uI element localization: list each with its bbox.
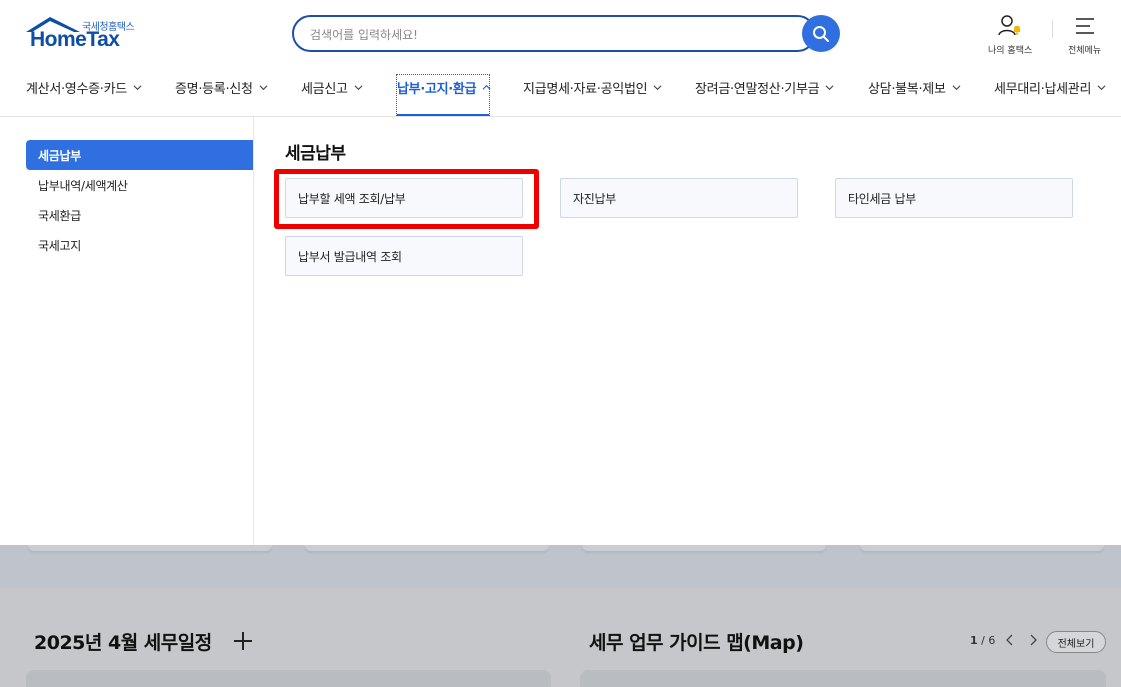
pager: 1 / 6 — [970, 634, 995, 647]
gnb-item-statement[interactable]: 지급명세·자료·공익법인 — [523, 78, 662, 97]
sidebar-item-tax-refund[interactable]: 국세환급 — [26, 200, 253, 230]
background-card — [860, 545, 1104, 551]
hamburger-menu-icon — [1075, 18, 1094, 34]
gnb-label: 세무대리·납세관리 — [994, 82, 1092, 97]
mega-menu-panel: 세금납부 납부내역/세액계산 국세환급 국세고지 세금납부 납부할 세액 조회/… — [0, 117, 1121, 545]
chevron-down-icon — [952, 85, 961, 91]
sidebar-item-payment-history[interactable]: 납부내역/세액계산 — [26, 170, 253, 200]
gnb-item-agent[interactable]: 세무대리·납세관리 — [994, 78, 1106, 97]
my-hometax-label: 나의 홈택스 — [988, 46, 1033, 56]
gnb-label: 세금신고 — [301, 82, 348, 97]
background-card — [305, 545, 549, 551]
gnb-label: 납부·고지·환급 — [397, 82, 477, 97]
gnb-label: 계산서·영수증·카드 — [26, 82, 127, 97]
gnb-item-consult[interactable]: 상담·불복·제보 — [868, 78, 961, 97]
link-others-tax-payment[interactable]: 타인세금 납부 — [835, 178, 1073, 218]
hometax-logo[interactable]: 국세청홈택스 HomeTax — [24, 14, 144, 54]
sidebar-item-tax-notice[interactable]: 국세고지 — [26, 230, 253, 260]
highlight-box — [274, 169, 539, 229]
gnb-label: 상담·불복·제보 — [868, 82, 946, 97]
panel-title: 세금납부 — [285, 144, 346, 164]
my-hometax-button[interactable]: 나의 홈택스 — [988, 14, 1032, 56]
background-card — [28, 545, 272, 551]
gnb-item-invoice[interactable]: 계산서·영수증·카드 — [26, 78, 142, 97]
tax-schedule-title: 2025년 4월 세무일정 — [34, 632, 212, 654]
gnb-label: 장려금·연말정산·기부금 — [695, 82, 820, 97]
search-box — [292, 15, 816, 52]
search-button[interactable] — [802, 15, 840, 52]
chevron-down-icon — [1097, 85, 1106, 91]
guide-card — [580, 670, 1106, 687]
schedule-card — [26, 670, 551, 687]
gnb-label: 증명·등록·신청 — [175, 82, 253, 97]
search-icon — [813, 25, 829, 42]
page-total: / 6 — [981, 634, 996, 647]
gnb-item-payment[interactable]: 납부·고지·환급 — [397, 78, 491, 97]
view-all-button[interactable]: 전체보기 — [1046, 631, 1106, 653]
search-input[interactable] — [310, 26, 790, 44]
link-label: 납부서 발급내역 조회 — [298, 249, 402, 264]
gnb-item-incentive[interactable]: 장려금·연말정산·기부금 — [695, 78, 834, 97]
header: 국세청홈택스 HomeTax 나의 홈택스 전체메뉴 — [0, 0, 1121, 64]
chevron-down-icon — [259, 85, 268, 91]
gnb-item-certificate[interactable]: 증명·등록·신청 — [175, 78, 268, 97]
sidebar-item-label: 국세고지 — [38, 238, 81, 253]
chevron-left-icon[interactable] — [1005, 634, 1015, 646]
gnb-item-tax-report[interactable]: 세금신고 — [301, 78, 363, 97]
link-payment-slip-history[interactable]: 납부서 발급내역 조회 — [285, 236, 523, 276]
chevron-right-icon[interactable] — [1028, 634, 1038, 646]
main-navigation: 계산서·영수증·카드 증명·등록·신청 세금신고 납부·고지·환급 지급명세·자… — [0, 64, 1121, 117]
link-label: 자진납부 — [573, 191, 616, 206]
logo-wordmark: HomeTax — [30, 28, 120, 51]
util-divider — [1052, 20, 1053, 38]
chevron-up-icon — [482, 84, 491, 90]
sidebar-item-label: 납부내역/세액계산 — [38, 178, 128, 193]
guide-map-title: 세무 업무 가이드 맵(Map) — [589, 632, 804, 654]
plus-icon[interactable] — [232, 630, 254, 652]
gnb-label: 지급명세·자료·공익법인 — [523, 82, 648, 97]
user-bell-icon — [998, 15, 1021, 36]
page-current: 1 — [970, 634, 978, 647]
chevron-down-icon — [133, 85, 142, 91]
chevron-down-icon — [653, 85, 662, 91]
sidebar-item-label: 국세환급 — [38, 208, 81, 223]
chevron-down-icon — [354, 85, 363, 91]
sidebar-item-label: 세금납부 — [38, 148, 81, 163]
search-bar — [292, 15, 840, 52]
link-self-payment[interactable]: 자진납부 — [560, 178, 798, 218]
background-card — [582, 545, 826, 551]
submenu-sidebar: 세금납부 납부내역/세액계산 국세환급 국세고지 — [0, 117, 254, 545]
all-menu-button[interactable]: 전체메뉴 — [1068, 14, 1101, 56]
sidebar-item-tax-payment[interactable]: 세금납부 — [26, 140, 253, 170]
chevron-down-icon — [825, 85, 834, 91]
link-label: 타인세금 납부 — [848, 191, 916, 206]
all-menu-label: 전체메뉴 — [1068, 46, 1102, 56]
background-overlay — [0, 545, 1121, 588]
